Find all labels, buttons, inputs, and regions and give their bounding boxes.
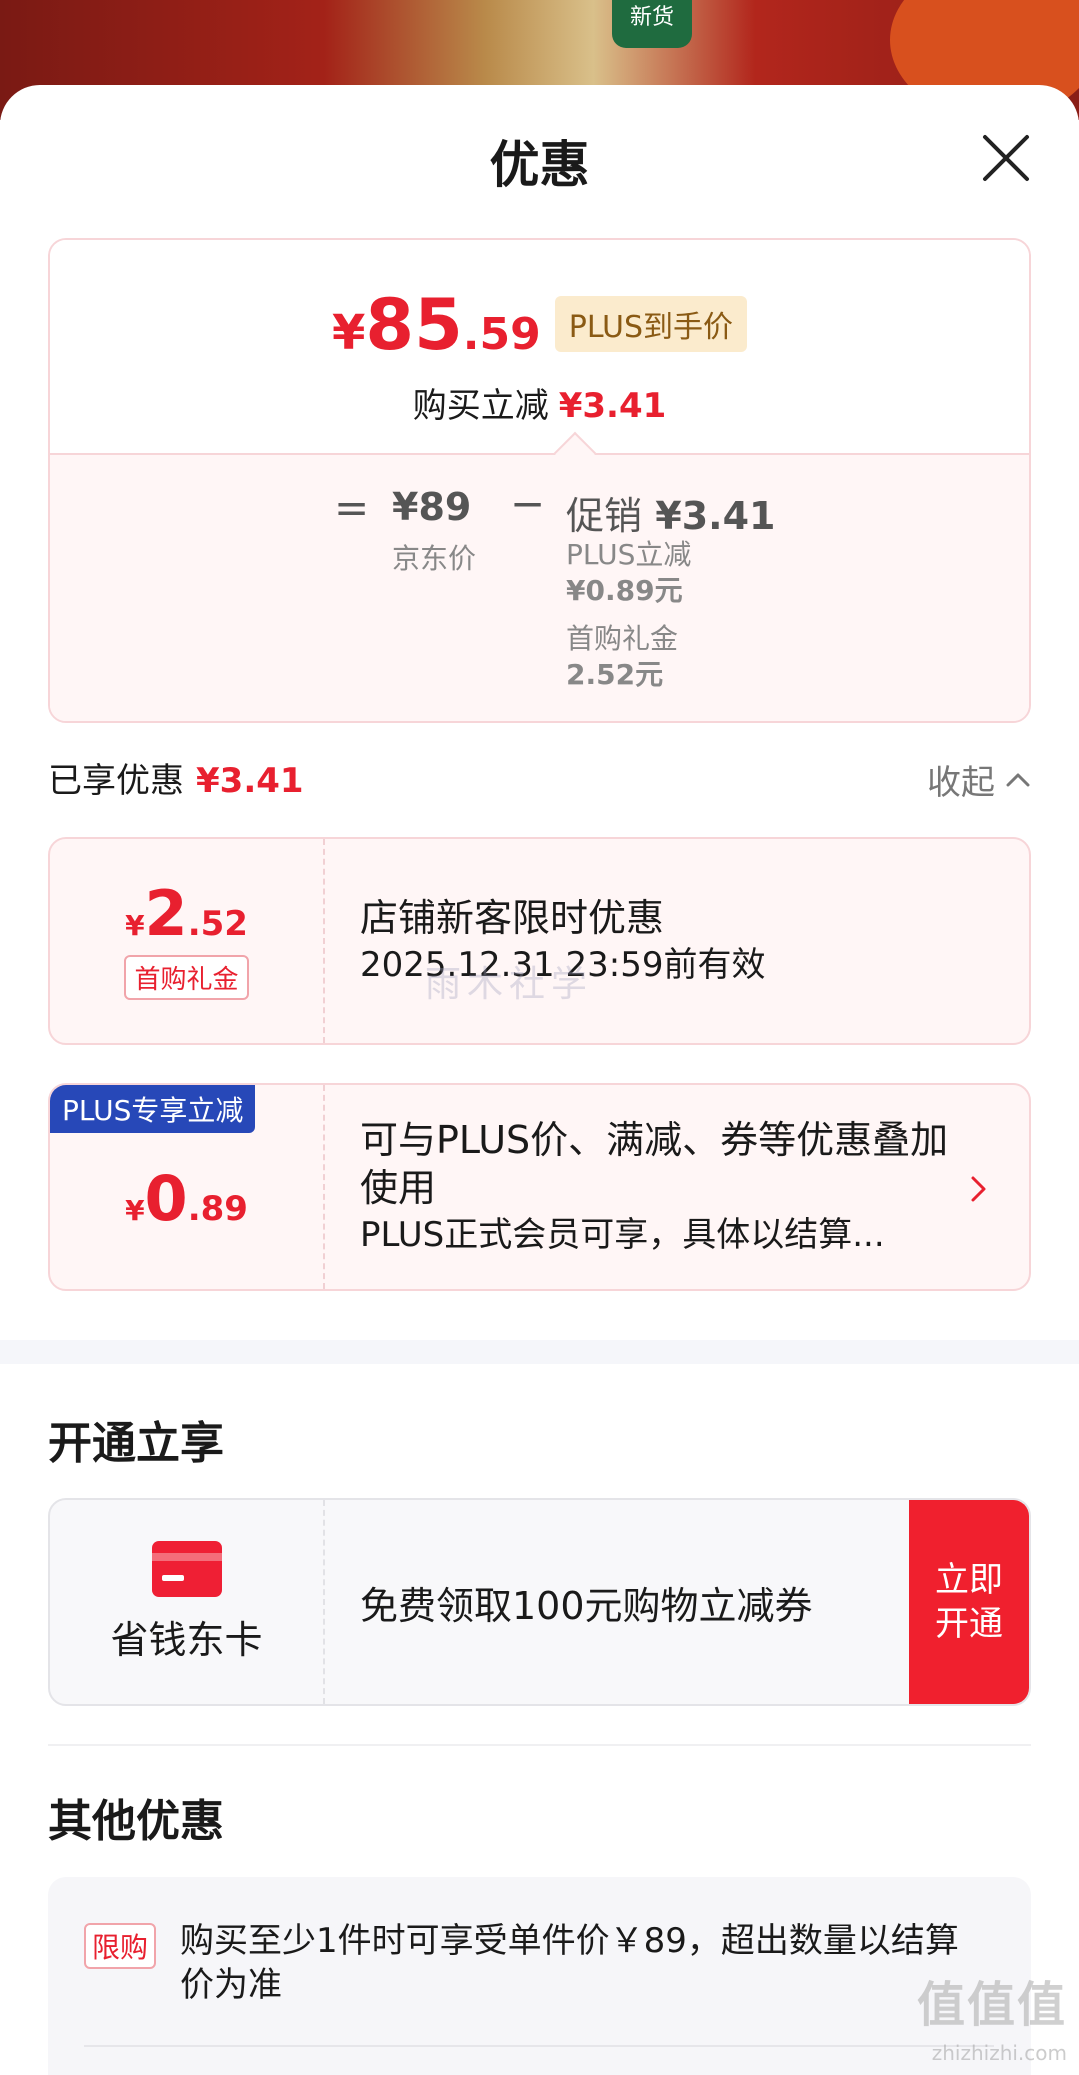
equals-sign: = <box>334 483 370 532</box>
site-watermark-url: zhizhizhi.com <box>931 2041 1067 2065</box>
coupon-title: 店铺新客限时优惠 <box>360 896 665 940</box>
final-price-row: ¥85.59 PLUS到手价 <box>50 290 1029 360</box>
close-button[interactable] <box>981 133 1031 183</box>
reduce-label: 购买立减 <box>412 386 549 426</box>
section-divider <box>0 1340 1079 1364</box>
membership-card-name: 省钱东卡 <box>110 1617 263 1662</box>
limit-tag: 限购 <box>84 1923 157 1969</box>
plus-reduce-value: ¥0.89元 <box>566 574 683 607</box>
coupon-amount: ¥2.52 <box>125 882 248 945</box>
minus-sign: − <box>510 479 546 528</box>
purchase-limit-card: 限购 购买至少1件时可享受单件价￥89，超出数量以结算价为准 <box>48 1877 1031 2075</box>
price-integer: 85 <box>365 284 463 366</box>
first-gift-value: 2.52元 <box>566 658 664 691</box>
reduce-amount: ¥3.41 <box>558 386 667 426</box>
coupon-amount: ¥0.89 <box>125 1168 248 1230</box>
open-now-button[interactable]: 立即 开通 <box>909 1500 1029 1704</box>
coupon-integer: 2 <box>144 876 188 950</box>
price-breakdown: = ¥89 京东价 − 促销 ¥3.41 PLUS立减 ¥0.89元 首购礼金 … <box>50 453 1029 721</box>
coupon-title: 可与PLUS价、满减、券等优惠叠加使用 <box>360 1118 949 1210</box>
enjoyed-label: 已享优惠 <box>48 761 184 801</box>
background-badge: 新货 <box>612 0 692 48</box>
coupon-decimal: .89 <box>187 1189 248 1229</box>
price-summary-card: ¥85.59 PLUS到手价 购买立减 ¥3.41 = ¥89 京东价 − 促销 … <box>48 238 1031 723</box>
coupon-integer: 0 <box>144 1162 188 1235</box>
plus-price-tag: PLUS到手价 <box>554 296 748 352</box>
membership-card-offer[interactable]: 省钱东卡 免费领取100元购物立减券 立即 开通 <box>48 1498 1031 1706</box>
coupon-amount-area: ¥2.52 首购礼金 <box>50 839 325 1043</box>
membership-description: 免费领取100元购物立减券 <box>360 1583 813 1628</box>
credit-card-icon <box>151 1540 222 1597</box>
coupon-amount-area: ¥0.89 <box>50 1085 325 1289</box>
jd-price: ¥89 <box>392 485 472 529</box>
limit-description: 购买至少1件时可享受单件价￥89，超出数量以结算价为准 <box>180 1921 959 2005</box>
coupon-info: 店铺新客限时优惠 2025.12.31 23:59前有效 <box>360 839 969 1043</box>
promo-total: 促销 ¥3.41 <box>566 485 775 540</box>
plus-reduce-label: PLUS立减 <box>566 538 692 571</box>
coupon-description: PLUS正式会员可享，具体以结算... <box>360 1215 885 1255</box>
enjoyed-discount: 已享优惠 ¥3.41 <box>48 753 304 802</box>
open-section-title: 开通立享 <box>48 1418 224 1469</box>
promo-label: 促销 <box>566 494 643 538</box>
coupon-decimal: .52 <box>187 903 248 944</box>
card-divider <box>84 2045 994 2047</box>
open-button-line2: 开通 <box>935 1604 1003 1644</box>
purchase-reduce-row: 购买立减 ¥3.41 <box>50 378 1029 427</box>
promo-amount: ¥3.41 <box>655 494 776 538</box>
coupon-first-purchase[interactable]: ¥2.52 首购礼金 店铺新客限时优惠 2025.12.31 23:59前有效 <box>48 837 1031 1045</box>
discount-sheet: 优惠 ¥85.59 PLUS到手价 购买立减¥3.41 = ¥89 京东价 − <box>0 85 1079 2075</box>
watermark-text: 雨木社学 <box>425 964 594 1005</box>
coupon-currency: ¥ <box>125 908 145 942</box>
coupon-currency: ¥ <box>125 1194 145 1227</box>
jd-price-label: 京东价 <box>392 542 477 575</box>
price-currency: ¥ <box>331 305 366 361</box>
sheet-title: 优惠 <box>489 136 590 194</box>
open-button-line1: 立即 <box>935 1560 1003 1600</box>
membership-card-area: 省钱东卡 <box>50 1500 325 1704</box>
site-watermark-logo: 值值值 <box>916 1977 1067 2033</box>
close-icon <box>983 135 1029 181</box>
other-section-title: 其他优惠 <box>48 1796 224 1847</box>
collapse-button[interactable]: 收起 <box>927 755 1031 804</box>
divider-line <box>48 1744 1031 1746</box>
enjoyed-amount: ¥3.41 <box>196 761 304 801</box>
coupon-plus-reduce[interactable]: PLUS专享立减 ¥0.89 可与PLUS价、满减、券等优惠叠加使用 PLUS正… <box>48 1083 1031 1291</box>
final-price-section: ¥85.59 PLUS到手价 购买立减 ¥3.41 <box>50 240 1029 453</box>
coupon-info: 可与PLUS价、满减、券等优惠叠加使用 PLUS正式会员可享，具体以结算... <box>360 1085 969 1289</box>
chevron-right-icon[interactable] <box>965 1173 991 1205</box>
collapse-label: 收起 <box>927 763 995 803</box>
chevron-up-icon <box>1006 773 1030 786</box>
final-price: ¥85.59 <box>332 290 541 360</box>
first-gift-label: 首购礼金 <box>566 622 679 655</box>
coupon-tag: 首购礼金 <box>124 954 249 1000</box>
price-decimal: .59 <box>462 309 541 360</box>
